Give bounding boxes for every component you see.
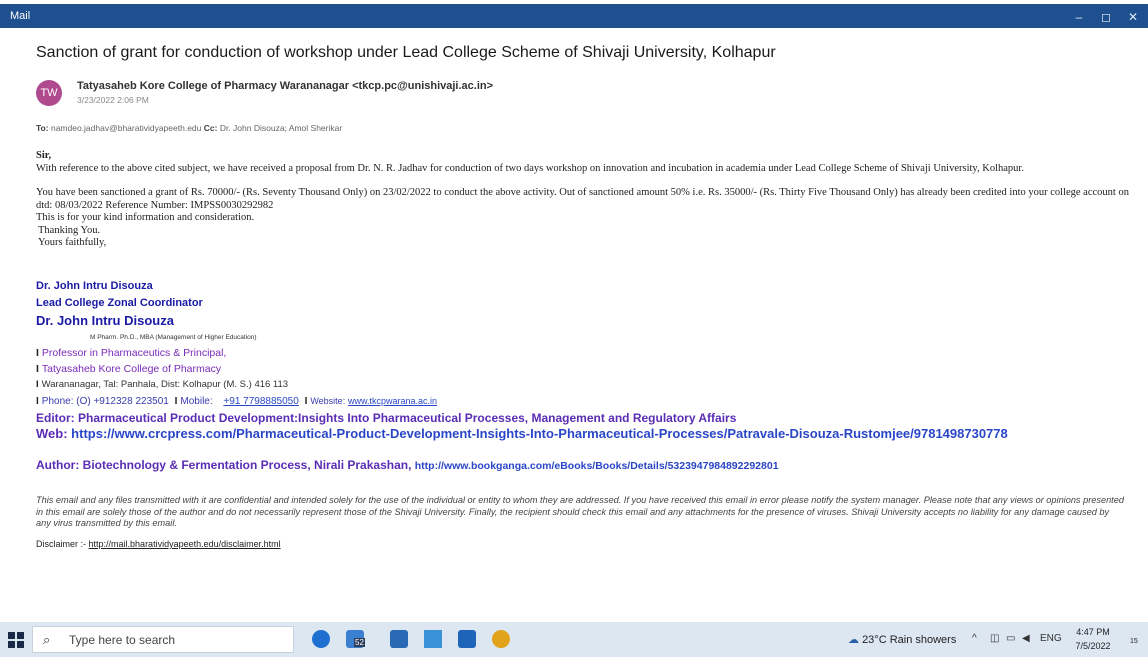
email-subject: Sanction of grant for conduction of work… [36, 44, 776, 61]
weather-icon: ☁ [848, 634, 859, 646]
crcpress-link[interactable]: https://www.crcpress.com/Pharmaceutical-… [71, 426, 1008, 441]
taskbar: ⌕ Type here to search 52 ☁ 23°C Rain sho… [0, 622, 1148, 657]
mobile-label: Mobile: [180, 396, 213, 407]
mail-icon[interactable] [458, 630, 476, 648]
store-icon[interactable] [390, 630, 408, 648]
disclaimer-link[interactable]: http://mail.bharatividyapeeth.edu/discla… [89, 539, 281, 549]
mobile-link[interactable]: +91 7798885050 [223, 396, 298, 407]
signature-address: I Warananagar, Tal: Panhala, Dist: Kolhap… [36, 379, 289, 390]
body-paragraph-2: You have been sanctioned a grant of Rs. … [36, 187, 1129, 211]
confidentiality-notice: This email and any files transmitted wit… [36, 495, 1124, 528]
language-indicator[interactable]: ENG [1040, 633, 1062, 644]
body-paragraph-1: With reference to the above cited subjec… [36, 162, 1024, 174]
edge-icon[interactable] [312, 630, 330, 648]
clock[interactable]: 4:47 PM 7/5/2022 [1072, 625, 1114, 653]
notification-icon[interactable]: 15 [1124, 632, 1138, 646]
clock-time: 4:47 PM [1076, 627, 1110, 637]
sent-time: 3/23/2022 2:06 PM [77, 95, 149, 105]
editor-line: Editor: Pharmaceutical Product Developme… [36, 411, 737, 425]
body-paragraph-3: This is for your kind information and co… [36, 212, 255, 223]
mail-app-icon[interactable]: 52 [346, 630, 365, 648]
clock-date: 7/5/2022 [1075, 641, 1111, 651]
search-icon: ⌕ [43, 632, 51, 647]
signature-role: Lead College Zonal Coordinator [36, 297, 203, 309]
app-title: Mail [10, 10, 31, 22]
recipients-line[interactable]: To: namdeo.jadhav@bharatividyapeeth.edu … [36, 123, 342, 133]
avatar[interactable]: TW [36, 80, 62, 106]
signature-name: Dr. John Intru Disouza [36, 280, 153, 292]
signature-name-large: Dr. John Intru Disouza [36, 313, 174, 328]
closing-line: Yours faithfully, [38, 237, 107, 248]
reading-pane: Sanction of grant for conduction of work… [0, 28, 1148, 622]
website-label: Website: [310, 396, 346, 406]
chrome-icon[interactable] [492, 630, 510, 648]
sender-name[interactable]: Tatyasaheb Kore College of Pharmacy Wara… [77, 80, 493, 92]
chevron-up-icon[interactable]: ^ [972, 633, 977, 644]
search-placeholder: Type here to search [69, 633, 176, 647]
taskbar-search[interactable]: ⌕ Type here to search [32, 626, 294, 653]
thanks-line: Thanking You. [38, 224, 101, 236]
network-icon[interactable]: ◫ [990, 633, 999, 644]
web-line: Web: https://www.crcpress.com/Pharmaceut… [36, 426, 1008, 441]
website-link[interactable]: www.tkcpwarana.ac.in [348, 396, 437, 406]
maximize-button[interactable]: ◻ [1095, 8, 1117, 26]
author-line: Author: Biotechnology & Fermentation Pro… [36, 458, 779, 472]
signature-position: I Professor in Pharmaceutics & Principal, [36, 347, 227, 359]
phone-text: Phone: (O) +912328 223501 [41, 396, 169, 407]
signature-college: I Tatyasaheb Kore College of Pharmacy [36, 363, 222, 375]
mail-badge: 52 [354, 638, 365, 647]
email-body: Sir, With reference to the above cited s… [36, 150, 1136, 250]
web-label: Web: [36, 426, 68, 441]
to-label: To: [36, 123, 49, 133]
signature-degrees: M Pharm. Ph.D., MBA (Management of Highe… [90, 334, 257, 341]
disclaimer-line: Disclaimer :- http://mail.bharatividyape… [36, 539, 281, 549]
close-button[interactable]: ✕ [1122, 8, 1144, 26]
salutation: Sir, [36, 150, 52, 161]
author-text: Author: Biotechnology & Fermentation Pro… [36, 458, 412, 472]
bookganga-link[interactable]: http://www.bookganga.com/eBooks/Books/De… [415, 460, 779, 472]
minimize-button[interactable]: – [1068, 8, 1090, 26]
explorer-icon[interactable] [424, 630, 442, 648]
cc-label: Cc: [203, 123, 218, 133]
windows-start-icon[interactable] [8, 632, 24, 648]
volume-icon[interactable]: ◀ [1022, 633, 1030, 644]
weather-widget[interactable]: ☁ 23°C Rain showers [848, 633, 956, 668]
to-recipient[interactable]: namdeo.jadhav@bharatividyapeeth.edu [51, 123, 201, 133]
window-titlebar: Mail – ◻ ✕ [0, 0, 1148, 28]
cc-recipients[interactable]: Dr. John Disouza; Amol Sherikar [220, 123, 342, 133]
disclaimer-label: Disclaimer :- [36, 539, 87, 549]
signature-contacts: I Phone: (O) +912328 223501 I Mobile: +91 … [36, 396, 438, 407]
display-icon[interactable]: ▭ [1006, 633, 1015, 644]
